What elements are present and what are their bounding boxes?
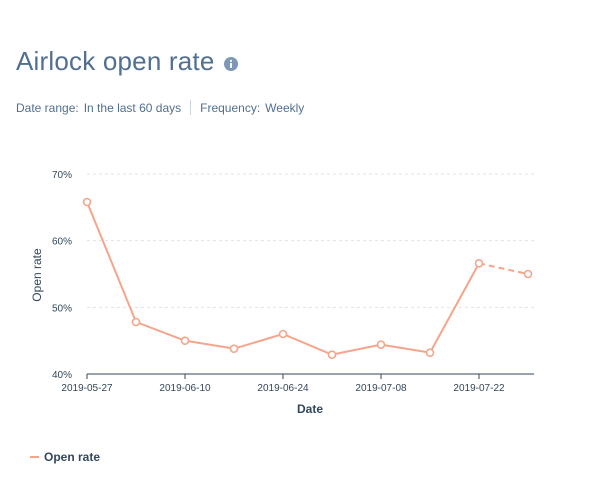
legend-label-open-rate: Open rate xyxy=(44,450,101,464)
date-range-value[interactable]: In the last 60 days xyxy=(84,101,181,115)
data-point[interactable] xyxy=(82,197,92,207)
frequency-label: Frequency: xyxy=(200,100,261,115)
data-point[interactable] xyxy=(180,336,190,345)
data-point[interactable] xyxy=(278,329,288,339)
data-point[interactable] xyxy=(474,259,484,268)
frequency-value[interactable]: Weekly xyxy=(265,101,304,115)
y-axis-title: Open rate xyxy=(30,248,44,302)
data-point[interactable] xyxy=(229,344,239,353)
y-tick-label: 60% xyxy=(52,237,72,248)
x-tick-label: 2019-06-10 xyxy=(159,383,211,394)
series-line-partial-period xyxy=(478,262,529,275)
legend[interactable]: Open rate xyxy=(30,450,100,464)
x-tick-label: 2019-06-24 xyxy=(257,383,309,394)
y-tick-label: 70% xyxy=(52,170,72,181)
title-row: Airlock open rate xyxy=(16,46,238,77)
line-chart: 40% 50% 60% 70% 2019-05-27 2019-06-10 2019-06-… xyxy=(30,170,534,416)
data-point[interactable] xyxy=(523,269,533,279)
x-tick-label: 2019-07-08 xyxy=(355,383,407,394)
legend-swatch xyxy=(30,456,39,458)
y-tick-label: 40% xyxy=(52,370,72,381)
x-tick-label: 2019-07-22 xyxy=(453,383,505,394)
date-range-label: Date range: xyxy=(16,100,79,115)
info-circle-icon[interactable] xyxy=(223,56,238,71)
series-open-rate xyxy=(82,197,533,359)
data-point[interactable] xyxy=(425,348,435,357)
axes: 40% 50% 60% 70% 2019-05-27 2019-06-10 2019-06-… xyxy=(52,170,534,394)
data-point[interactable] xyxy=(376,340,386,349)
page-title: Airlock open rate xyxy=(16,46,215,76)
data-point[interactable] xyxy=(327,350,337,359)
x-tick-label: 2019-05-27 xyxy=(61,383,113,394)
y-tick-label: 50% xyxy=(52,303,72,314)
data-point[interactable] xyxy=(131,317,141,327)
filter-divider xyxy=(190,100,192,115)
report-filters: Date range: In the last 60 days Frequenc… xyxy=(16,100,304,115)
x-axis-title: Date xyxy=(297,402,323,416)
